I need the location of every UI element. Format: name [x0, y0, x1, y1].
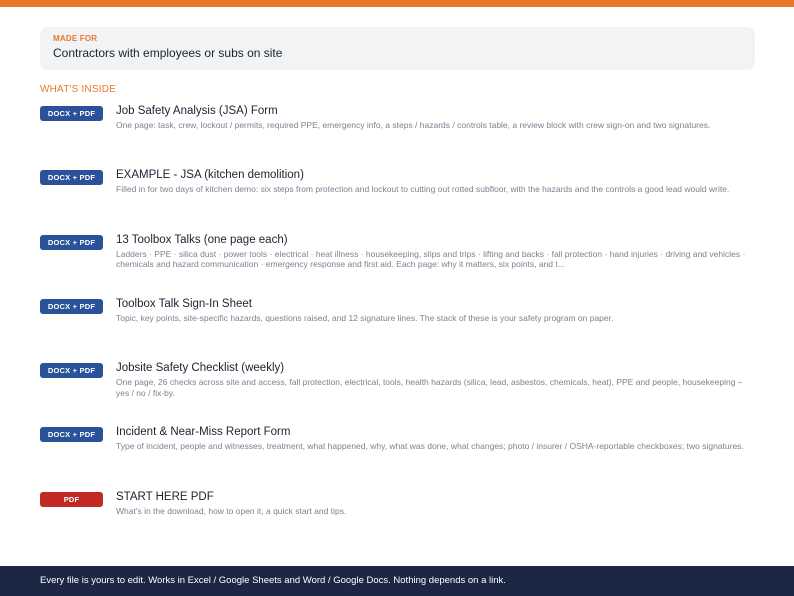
- list-item: PDF START HERE PDF What's in the downloa…: [40, 490, 755, 554]
- format-badge: DOCX + PDF: [40, 170, 103, 186]
- item-title: Incident & Near-Miss Report Form: [116, 426, 291, 439]
- format-badge: DOCX + PDF: [40, 363, 103, 379]
- footer-note: Every file is yours to edit. Works in Ex…: [0, 566, 794, 596]
- format-badge: DOCX + PDF: [40, 298, 103, 314]
- list-item: DOCX + PDF Job Safety Analysis (JSA) For…: [40, 104, 755, 168]
- format-badge: DOCX + PDF: [40, 234, 103, 250]
- format-badge: PDF: [40, 491, 103, 507]
- made-for-value: Contractors with employees or subs on si…: [53, 46, 283, 60]
- made-for-panel: MADE FOR Contractors with employees or s…: [40, 27, 755, 70]
- format-badge: DOCX + PDF: [40, 106, 103, 121]
- item-description: Topic, key points, site-specific hazards…: [116, 312, 614, 323]
- item-title: EXAMPLE - JSA (kitchen demolition): [116, 169, 304, 182]
- format-badge: DOCX + PDF: [40, 427, 103, 443]
- list-item: DOCX + PDF Toolbox Talk Sign-In Sheet To…: [40, 297, 755, 361]
- item-description: Filled in for two days of kitchen demo: …: [116, 184, 730, 195]
- list-item: DOCX + PDF Jobsite Safety Checklist (wee…: [40, 361, 755, 425]
- list-item: DOCX + PDF 13 Toolbox Talks (one page ea…: [40, 233, 755, 297]
- item-description: Ladders · PPE · silica dust · power tool…: [116, 248, 746, 270]
- item-description: One page, 26 checks across site and acce…: [116, 377, 743, 398]
- item-title: START HERE PDF: [116, 490, 214, 503]
- section-title: WHAT'S INSIDE: [40, 84, 116, 95]
- item-title: Toolbox Talk Sign-In Sheet: [116, 297, 252, 310]
- made-for-label: MADE FOR: [53, 34, 98, 43]
- item-title: Jobsite Safety Checklist (weekly): [116, 362, 285, 375]
- list-item: DOCX + PDF Incident & Near-Miss Report F…: [40, 425, 755, 489]
- item-title: 13 Toolbox Talks (one page each): [116, 233, 288, 246]
- list-item: DOCX + PDF EXAMPLE - JSA (kitchen demoli…: [40, 168, 755, 232]
- item-title: Job Safety Analysis (JSA) Form: [116, 105, 278, 117]
- item-description: One page: task, crew, lockout / permits,…: [116, 120, 711, 130]
- item-description: What's in the download, how to open it, …: [116, 505, 347, 516]
- item-description: Type of incident, people and witnesses, …: [116, 441, 744, 452]
- file-list: DOCX + PDF Job Safety Analysis (JSA) For…: [40, 104, 755, 554]
- top-accent-bar: [0, 0, 794, 7]
